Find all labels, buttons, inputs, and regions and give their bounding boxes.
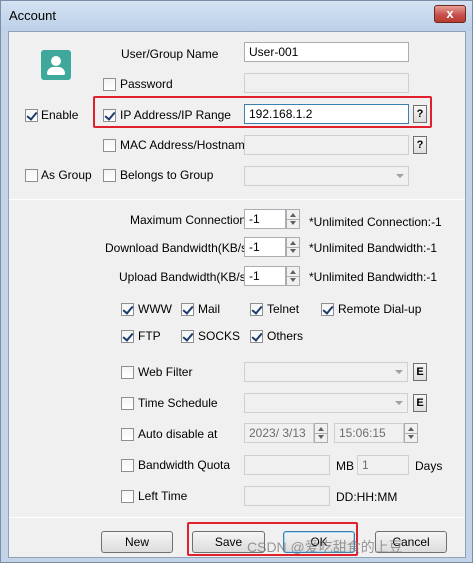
divider: [9, 517, 465, 518]
user-group-name-input[interactable]: User-001: [244, 42, 409, 62]
as-group-label: As Group: [41, 168, 92, 182]
upload-bandwidth-spinner[interactable]: [286, 266, 300, 286]
auto-disable-checkbox[interactable]: [121, 428, 134, 441]
max-connections-spinner[interactable]: [286, 209, 300, 229]
user-avatar-icon: [41, 50, 71, 80]
ip-address-checkbox[interactable]: [103, 109, 116, 122]
download-bandwidth-label: Download Bandwidth(KB/s): [105, 241, 252, 255]
bandwidth-quota-input[interactable]: [244, 455, 330, 475]
web-filter-edit-button[interactable]: E: [413, 363, 427, 381]
max-connections-input[interactable]: -1: [244, 209, 286, 229]
service-remote-dialup-checkbox[interactable]: [321, 303, 334, 316]
service-others-checkbox[interactable]: [250, 330, 263, 343]
as-group-checkbox[interactable]: [25, 169, 38, 182]
password-label: Password: [120, 77, 173, 91]
download-bandwidth-spinner[interactable]: [286, 237, 300, 257]
left-time-input[interactable]: [244, 486, 330, 506]
service-telnet-checkbox[interactable]: [250, 303, 263, 316]
bandwidth-quota-label: Bandwidth Quota: [138, 458, 231, 472]
mac-address-checkbox[interactable]: [103, 139, 116, 152]
download-bandwidth-input[interactable]: -1: [244, 237, 286, 257]
web-filter-select[interactable]: [244, 362, 408, 382]
max-connections-hint: *Unlimited Connection:-1: [309, 215, 442, 229]
service-socks-checkbox[interactable]: [181, 330, 194, 343]
service-www-label: WWW: [138, 302, 172, 316]
account-window: Account x User/Group Name User-001 Passw…: [0, 0, 473, 563]
window-title: Account: [9, 8, 56, 23]
bandwidth-quota-days-label: Days: [415, 459, 443, 473]
time-schedule-select[interactable]: [244, 393, 408, 413]
service-telnet-label: Telnet: [267, 302, 300, 316]
password-input[interactable]: [244, 73, 409, 93]
max-connections-label: Maximum Connections: [130, 213, 253, 227]
chevron-down-icon: [396, 174, 404, 178]
new-button[interactable]: New: [101, 531, 173, 553]
auto-disable-time-spinner[interactable]: [404, 423, 418, 443]
chevron-down-icon: [395, 401, 403, 405]
upload-bandwidth-label: Upload Bandwidth(KB/s): [119, 270, 250, 284]
mac-address-label: MAC Address/Hostname: [120, 138, 252, 152]
web-filter-label: Web Filter: [138, 365, 193, 379]
chevron-down-icon: [395, 370, 403, 374]
group-select[interactable]: [244, 166, 409, 186]
enable-label: Enable: [41, 108, 79, 122]
mac-address-input[interactable]: [244, 135, 409, 155]
ip-help-button[interactable]: ?: [413, 105, 427, 123]
ip-address-label: IP Address/IP Range: [120, 108, 231, 122]
time-schedule-edit-button[interactable]: E: [413, 394, 427, 412]
service-remote-dialup-label: Remote Dial-up: [338, 302, 422, 316]
mac-help-button[interactable]: ?: [413, 136, 427, 154]
left-time-format: DD:HH:MM: [336, 490, 398, 504]
belongs-to-group-label: Belongs to Group: [120, 168, 214, 182]
service-socks-label: SOCKS: [198, 329, 241, 343]
divider: [9, 199, 465, 200]
belongs-to-group-checkbox[interactable]: [103, 169, 116, 182]
auto-disable-date-input[interactable]: 2023/ 3/13: [244, 423, 314, 443]
auto-disable-date-spinner[interactable]: [314, 423, 328, 443]
auto-disable-time-input[interactable]: 15:06:15: [334, 423, 404, 443]
bandwidth-quota-unit: MB: [336, 459, 354, 473]
time-schedule-label: Time Schedule: [138, 396, 218, 410]
auto-disable-label: Auto disable at: [138, 427, 218, 441]
left-time-checkbox[interactable]: [121, 490, 134, 503]
service-mail-label: Mail: [198, 302, 221, 316]
enable-checkbox[interactable]: [25, 109, 38, 122]
time-schedule-checkbox[interactable]: [121, 397, 134, 410]
upload-bandwidth-input[interactable]: -1: [244, 266, 286, 286]
bandwidth-quota-days-input[interactable]: 1: [357, 455, 409, 475]
service-ftp-label: FTP: [138, 329, 161, 343]
service-ftp-checkbox[interactable]: [121, 330, 134, 343]
left-time-label: Left Time: [138, 489, 188, 503]
watermark-text: CSDN @爱吃甜食的上豆: [247, 539, 403, 555]
user-group-name-label: User/Group Name: [121, 47, 219, 61]
service-mail-checkbox[interactable]: [181, 303, 194, 316]
dialog-body: User/Group Name User-001 Password Enable…: [8, 31, 466, 558]
title-bar[interactable]: Account x: [1, 1, 472, 31]
service-www-checkbox[interactable]: [121, 303, 134, 316]
service-others-label: Others: [267, 329, 304, 343]
close-button[interactable]: x: [434, 5, 466, 23]
upload-bandwidth-hint: *Unlimited Bandwidth:-1: [309, 270, 438, 284]
ip-address-input[interactable]: 192.168.1.2: [244, 104, 409, 124]
bandwidth-quota-checkbox[interactable]: [121, 459, 134, 472]
download-bandwidth-hint: *Unlimited Bandwidth:-1: [309, 241, 438, 255]
password-checkbox[interactable]: [103, 78, 116, 91]
web-filter-checkbox[interactable]: [121, 366, 134, 379]
